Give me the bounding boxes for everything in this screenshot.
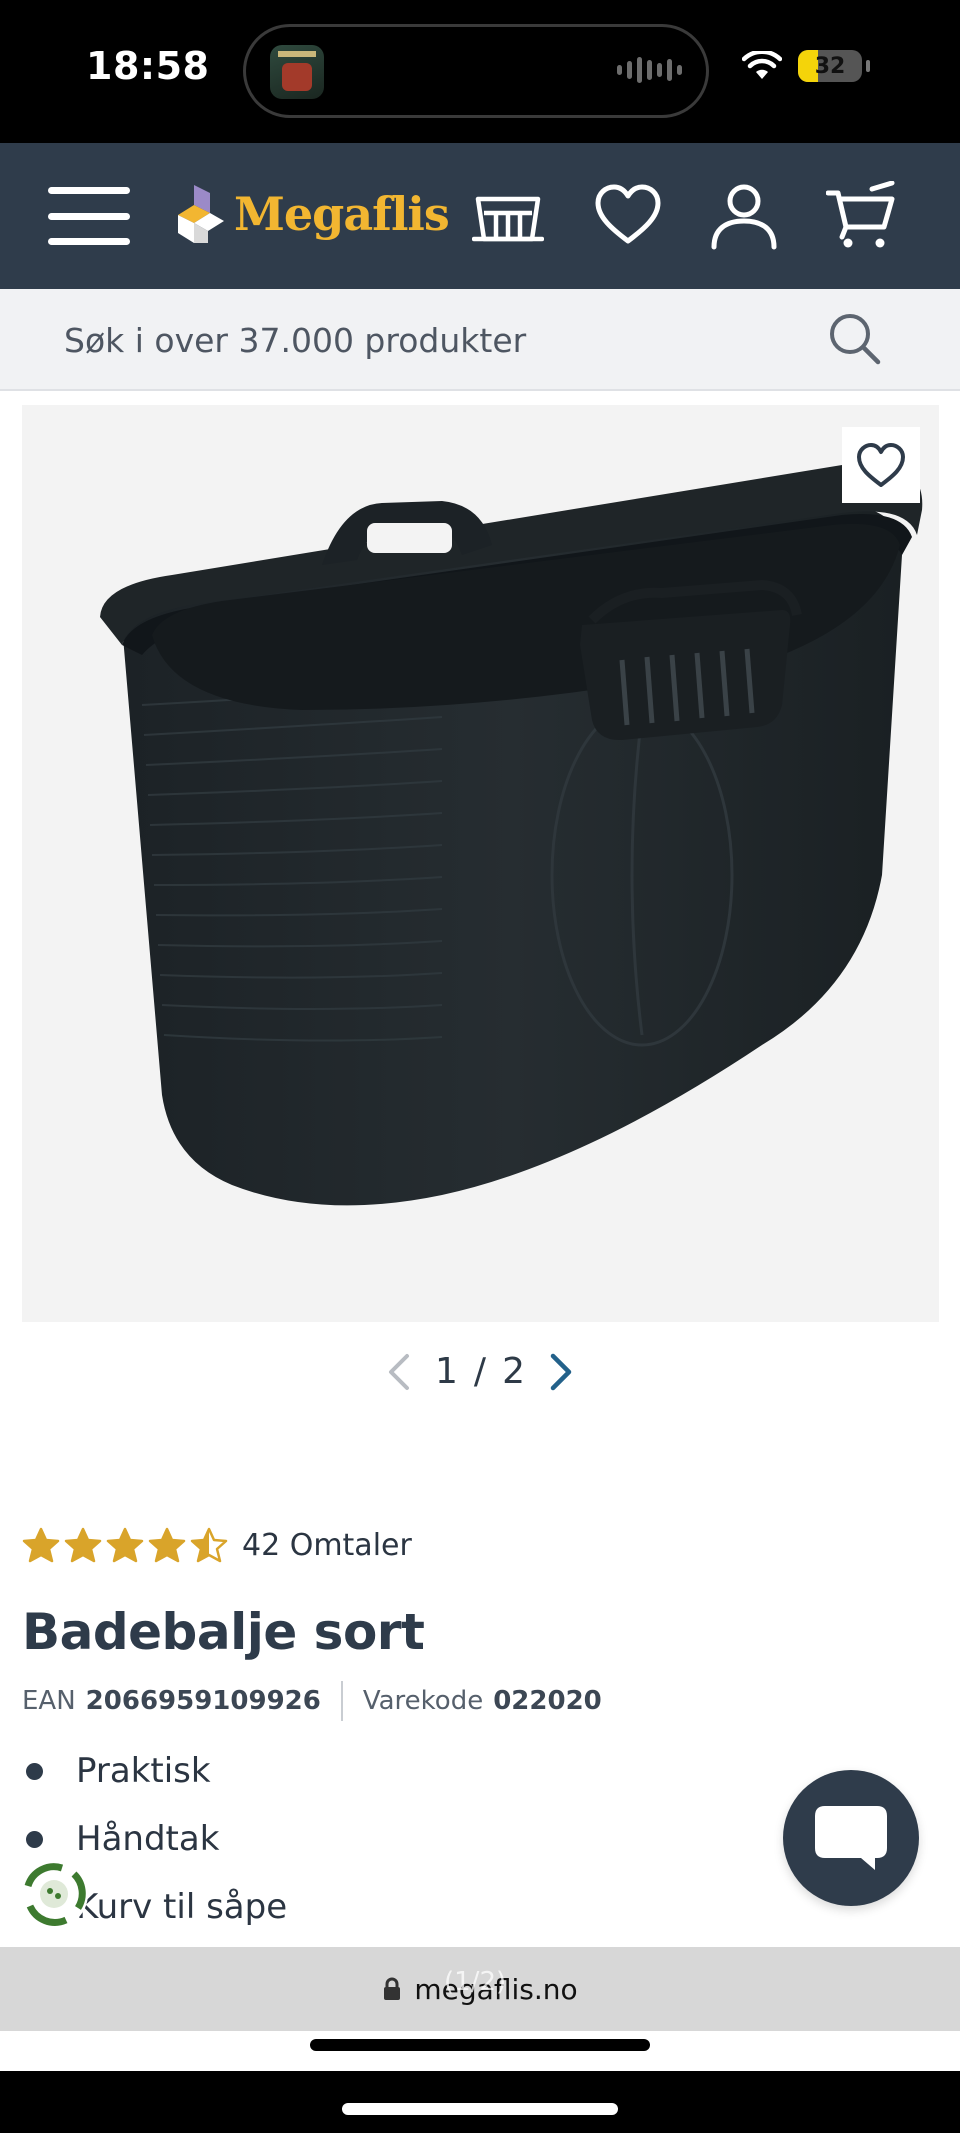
product-title: Badebalje sort [22, 1603, 425, 1661]
sku-value: 022020 [493, 1686, 602, 1716]
browser-toolbar [0, 2031, 960, 2071]
star-icon [22, 1527, 60, 1563]
search-icon[interactable] [826, 310, 882, 366]
eco-badge-icon[interactable] [18, 1858, 90, 1930]
search-input[interactable] [64, 311, 784, 369]
browser-drag-handle[interactable] [310, 2039, 650, 2051]
browser-url-bar[interactable]: megaflis.no (1/2) [0, 1947, 960, 2031]
reviews-count[interactable]: 42 Omtaler [242, 1528, 412, 1563]
image-pager: 1 / 2 [0, 1351, 960, 1392]
brand-logo[interactable]: Megaflis [176, 183, 450, 245]
logo-mark-icon [178, 185, 224, 243]
star-icon [64, 1527, 102, 1563]
pager-current: 1 [435, 1351, 458, 1392]
codes-divider [340, 1681, 343, 1721]
pager-separator: / [473, 1351, 487, 1392]
product-codes: EAN 2066959109926 Varekode 022020 [22, 1681, 602, 1721]
feature-item: Praktisk [22, 1749, 287, 1817]
star-icon [190, 1527, 228, 1563]
product-page: 1 / 2 42 Omtaler Badebalje sort EAN 2066… [0, 391, 960, 1947]
battery-icon: 32 [798, 50, 862, 82]
pager-total: 2 [502, 1351, 525, 1392]
cart-icon[interactable] [826, 181, 898, 251]
ean-label: EAN [22, 1686, 76, 1716]
ean-value: 2066959109926 [85, 1686, 321, 1716]
rating-row[interactable]: 42 Omtaler [22, 1527, 412, 1563]
heart-icon[interactable] [592, 181, 664, 251]
product-image[interactable] [22, 405, 939, 1322]
dynamic-island[interactable] [243, 24, 709, 118]
star-icon [148, 1527, 186, 1563]
wifi-icon [742, 51, 782, 79]
chevron-left-icon[interactable] [385, 1352, 413, 1392]
menu-icon[interactable] [48, 187, 130, 245]
audio-wave-icon [617, 57, 682, 83]
page-count-overlay: (1/2) [444, 1967, 507, 1997]
brand-name: Megaflis [234, 187, 450, 241]
chat-bubble-icon [815, 1806, 887, 1870]
search-bar [0, 289, 960, 391]
star-rating [22, 1527, 228, 1563]
chat-button[interactable] [783, 1770, 919, 1906]
battery-level: 32 [814, 53, 846, 79]
status-bar: 18:58 32 [0, 0, 960, 143]
status-time: 18:58 [86, 44, 210, 88]
home-area [0, 2071, 960, 2133]
star-icon [106, 1527, 144, 1563]
status-indicators: 32 [742, 50, 870, 82]
home-indicator[interactable] [342, 2103, 618, 2115]
wishlist-button[interactable] [842, 427, 920, 503]
store-icon[interactable] [472, 181, 544, 251]
chevron-right-icon[interactable] [547, 1352, 575, 1392]
battery-tip [866, 60, 870, 72]
heart-outline-icon [857, 443, 905, 487]
bathtub-illustration [100, 462, 923, 1206]
lock-icon [384, 1977, 401, 2000]
sku-label: Varekode [362, 1686, 484, 1716]
now-playing-app-icon[interactable] [270, 45, 324, 99]
site-header: Megaflis [0, 143, 960, 289]
user-icon[interactable] [708, 181, 780, 251]
